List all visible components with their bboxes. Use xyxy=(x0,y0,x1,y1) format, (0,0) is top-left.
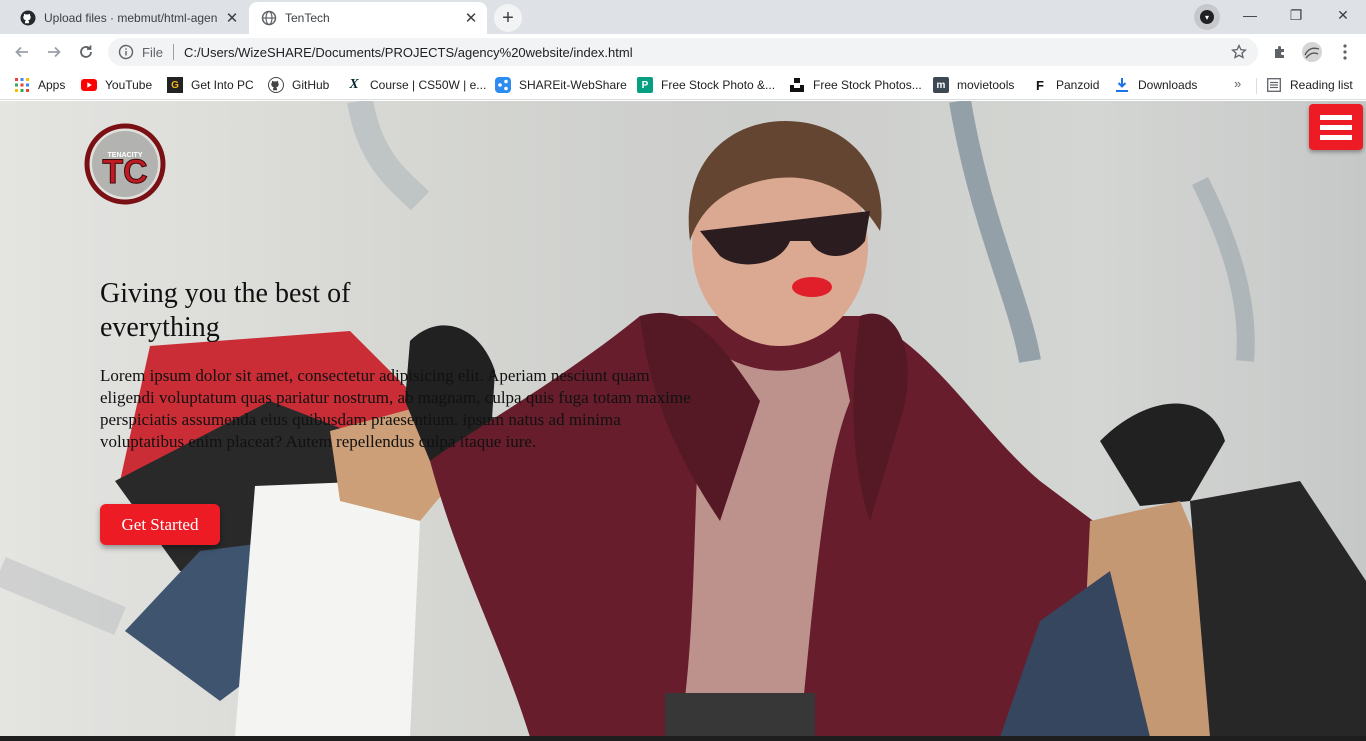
edx-icon: X xyxy=(349,77,359,92)
page-viewport: TENACITY TC Giving you the best of every… xyxy=(0,101,1366,737)
pexels-icon: P xyxy=(637,77,653,93)
bookmark-github[interactable]: GitHub xyxy=(268,76,329,94)
bookmark-label: Free Stock Photos... xyxy=(813,78,922,92)
unsplash-icon xyxy=(789,77,805,93)
bookmark-label: YouTube xyxy=(105,78,153,92)
info-icon[interactable] xyxy=(118,44,134,60)
close-icon[interactable]: ✕ xyxy=(224,10,240,27)
hero-title: Giving you the best of everything xyxy=(100,278,351,343)
bookmark-label: Free Stock Photo &... xyxy=(661,78,776,92)
shareit-icon xyxy=(495,77,511,93)
minimize-icon: — xyxy=(1243,7,1257,23)
restore-button[interactable]: ❐ xyxy=(1273,0,1319,30)
close-icon[interactable]: ✕ xyxy=(463,10,479,27)
apps-grid-icon xyxy=(14,77,30,93)
bookmark-getintopc[interactable]: G Get Into PC xyxy=(167,76,254,94)
github-icon xyxy=(20,10,36,26)
menu-bar-icon xyxy=(1320,114,1352,120)
new-tab-button[interactable]: + xyxy=(494,4,522,32)
window-bottom-edge xyxy=(0,736,1366,741)
getintopc-icon: G xyxy=(167,77,183,93)
reading-list-button[interactable]: Reading list xyxy=(1266,76,1353,94)
bookmark-panzoid[interactable]: F Panzoid xyxy=(1032,76,1099,94)
bookmark-label: Course | CS50W | e... xyxy=(370,78,487,92)
logo-letters: TC xyxy=(102,153,147,191)
tab-strip: Upload files · mebmut/html-agen ✕ TenTec… xyxy=(0,0,1366,34)
plus-icon: + xyxy=(502,7,514,29)
tab-title: TenTech xyxy=(285,11,330,25)
close-window-button[interactable]: ✕ xyxy=(1320,0,1366,30)
reading-list-label: Reading list xyxy=(1290,78,1353,92)
bookmark-cs50w[interactable]: X Course | CS50W | e... xyxy=(346,76,486,94)
url-text[interactable]: C:/Users/WizeSHARE/Documents/PROJECTS/ag… xyxy=(184,45,633,60)
tab-search-button[interactable]: ▾ xyxy=(1194,4,1220,30)
bookmark-youtube[interactable]: YouTube xyxy=(81,76,152,94)
back-button[interactable] xyxy=(8,38,36,66)
bookmark-label: GitHub xyxy=(292,78,330,92)
reload-icon xyxy=(80,45,92,58)
get-started-button[interactable]: Get Started xyxy=(100,504,220,545)
extensions-puzzle-icon[interactable] xyxy=(1268,40,1292,64)
bookmark-unsplash[interactable]: Free Stock Photos... xyxy=(789,76,922,94)
menu-bar-icon xyxy=(1320,134,1352,140)
menu-bar-icon xyxy=(1320,124,1352,130)
tab-upload-files[interactable]: Upload files · mebmut/html-agen ✕ xyxy=(8,2,248,34)
back-arrow-icon xyxy=(15,46,28,58)
address-bar[interactable]: File C:/Users/WizeSHARE/Documents/PROJEC… xyxy=(108,38,1258,66)
toolbar: File C:/Users/WizeSHARE/Documents/PROJEC… xyxy=(0,34,1366,70)
bookmark-apps[interactable]: Apps xyxy=(14,76,65,94)
bookmark-label: Apps xyxy=(38,78,66,92)
tab-tentech[interactable]: TenTech ✕ xyxy=(249,2,487,34)
hamburger-menu-button[interactable] xyxy=(1309,104,1363,150)
bookmarks-overflow-button[interactable]: » xyxy=(1234,76,1241,91)
divider xyxy=(172,44,174,60)
chevron-down-icon: ▾ xyxy=(1200,10,1214,24)
tab-title: Upload files · mebmut/html-agen xyxy=(44,11,218,25)
bookmarks-bar: Apps YouTube G Get Into PC GitHub X Cour… xyxy=(0,70,1366,100)
bookmark-movietools[interactable]: m movietools xyxy=(933,76,1014,94)
download-icon xyxy=(1114,77,1130,93)
divider xyxy=(1256,78,1257,94)
github-icon xyxy=(268,77,284,93)
panzoid-icon: F xyxy=(1036,77,1044,93)
close-icon: ✕ xyxy=(1337,6,1349,23)
globe-icon xyxy=(261,10,277,26)
url-scheme: File xyxy=(142,44,163,60)
restore-icon: ❐ xyxy=(1289,6,1303,23)
profile-avatar-icon[interactable] xyxy=(1300,40,1324,64)
forward-arrow-icon xyxy=(48,46,61,58)
bookmark-label: movietools xyxy=(957,78,1015,92)
movietools-icon: m xyxy=(933,77,949,93)
bookmark-downloads[interactable]: Downloads xyxy=(1114,76,1197,94)
bookmark-label: Downloads xyxy=(1138,78,1198,92)
minimize-button[interactable]: — xyxy=(1227,0,1273,30)
bookmark-shareit[interactable]: SHAREit-WebShare xyxy=(495,76,627,94)
bookmark-label: SHAREit-WebShare xyxy=(519,78,627,92)
bookmark-label: Get Into PC xyxy=(191,78,254,92)
reading-list-icon xyxy=(1266,77,1282,93)
hero-description: Lorem ipsum dolor sit amet, consectetur … xyxy=(100,366,691,451)
kebab-menu-icon[interactable] xyxy=(1333,40,1357,64)
reload-button[interactable] xyxy=(72,38,100,66)
bookmark-star-icon[interactable] xyxy=(1230,43,1248,61)
youtube-icon xyxy=(81,77,97,93)
bookmark-label: Panzoid xyxy=(1056,78,1100,92)
forward-button[interactable] xyxy=(40,38,68,66)
bookmark-pexels[interactable]: P Free Stock Photo &... xyxy=(637,76,775,94)
tenacity-logo[interactable]: TENACITY TC xyxy=(84,123,166,205)
